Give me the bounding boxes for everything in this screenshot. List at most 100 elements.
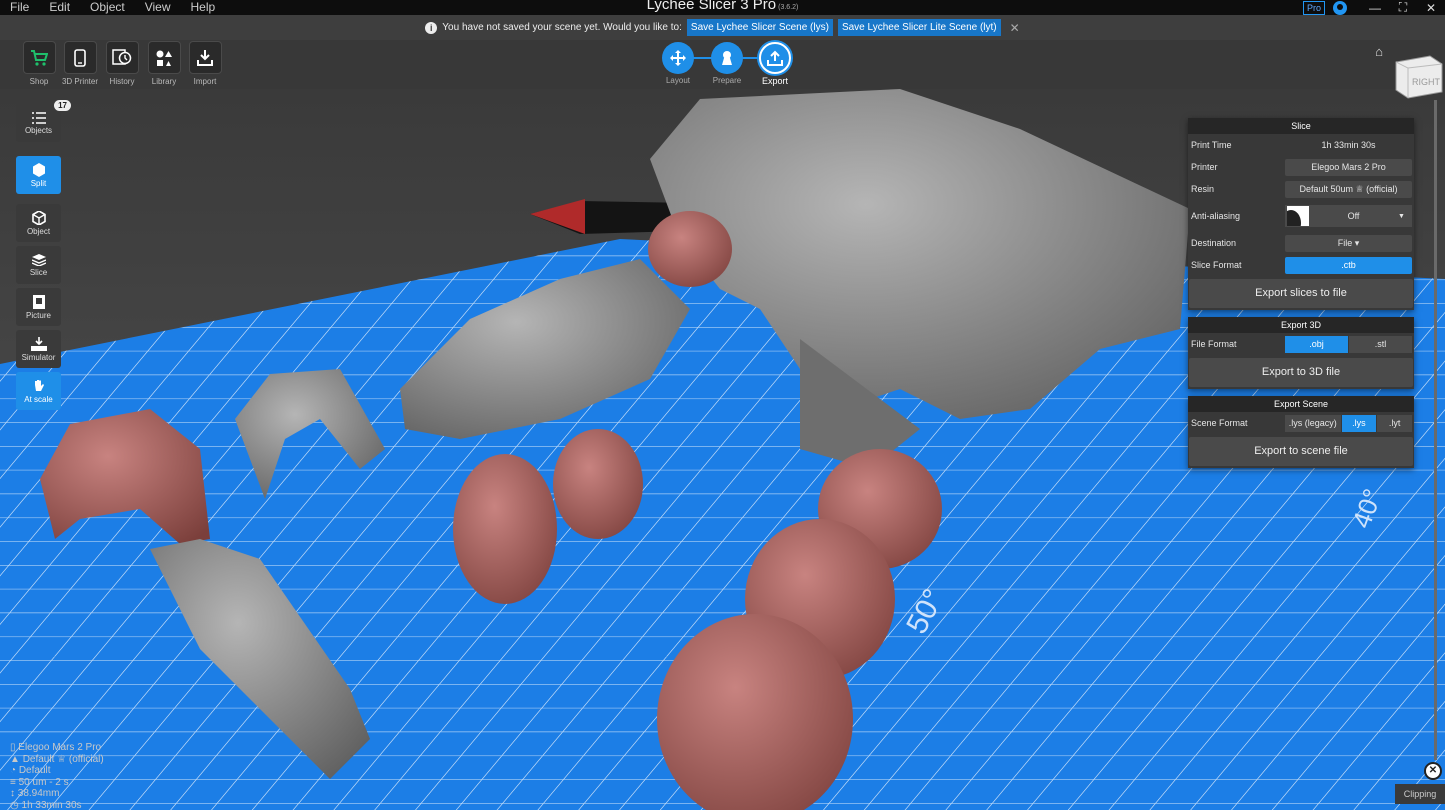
step-export-label: Export (761, 76, 788, 86)
app-version: (3.6.2) (778, 4, 799, 11)
slice-layers-icon (31, 253, 46, 266)
step-layout[interactable]: Layout (660, 42, 696, 85)
simulator-button[interactable]: Simulator (16, 330, 61, 368)
import-icon (197, 49, 213, 66)
object-button[interactable]: Object (16, 204, 61, 242)
notification-close-icon[interactable]: ✕ (1010, 21, 1020, 35)
export-3d-panel: Export 3D File Format .obj .stl Export t… (1188, 317, 1414, 389)
notification-message: You have not saved your scene yet. Would… (442, 22, 682, 33)
info-layer-icon: ≡ (10, 776, 19, 788)
workflow-steps: Layout Prepare Export (660, 42, 794, 88)
slice-label: Slice (29, 267, 48, 277)
user-icon[interactable] (1333, 0, 1347, 15)
split-label: Split (30, 178, 47, 188)
left-toolbar: 17 Objects Split Object Slice Picture Si… (16, 100, 71, 414)
scene-format-toggle: .lys (legacy) .lys .lyt (1285, 414, 1412, 432)
info-layer: ≡ 50 um - 2 s (10, 776, 69, 788)
menu-edit[interactable]: Edit (39, 0, 80, 15)
menu-view[interactable]: View (135, 0, 181, 15)
resin-select[interactable]: Default 50um ♕ (official) (1285, 180, 1412, 198)
info-height: ↕ 38.94mm (10, 788, 60, 799)
printer-button[interactable]: 3D Printer (62, 41, 98, 86)
export-scene-title: Export Scene (1188, 396, 1414, 412)
menu-file[interactable]: File (0, 0, 39, 15)
cart-icon (31, 49, 48, 66)
at-scale-button[interactable]: At scale (16, 372, 61, 410)
view-cube-face: RIGHT (1412, 77, 1441, 87)
chevron-down-icon: ▼ (1398, 212, 1405, 220)
import-button[interactable]: Import (187, 41, 223, 86)
library-icon (156, 50, 172, 66)
picture-button[interactable]: Picture (16, 288, 61, 326)
scene-format-label: Scene Format (1191, 418, 1248, 428)
print-info: ▯ Elegoo Mars 2 Pro ▲ Default ♕ (officia… (10, 742, 104, 810)
objects-label: Objects (24, 125, 53, 135)
info-time: ◷ 1h 33min 30s (10, 799, 82, 810)
close-icon[interactable]: ✕ (1417, 1, 1445, 15)
history-icon (112, 48, 132, 65)
picture-label: Picture (26, 310, 51, 320)
split-button[interactable]: Split (16, 156, 61, 194)
list-icon (31, 111, 46, 124)
format-lyt-button[interactable]: .lyt (1377, 414, 1412, 432)
info-resin-icon: ▲ (10, 753, 23, 765)
save-lys-button[interactable]: Save Lychee Slicer Scene (lys) (686, 19, 833, 36)
home-icon[interactable]: ⌂ (1375, 44, 1383, 59)
clipping-button[interactable]: Clipping (1395, 784, 1445, 804)
step-prepare[interactable]: Prepare (709, 42, 745, 85)
anti-aliasing-select[interactable]: Off ▼ (1285, 205, 1412, 227)
export-3d-title: Export 3D (1188, 317, 1414, 333)
move-icon (670, 50, 686, 66)
minimize-icon[interactable]: — (1361, 1, 1389, 15)
slice-format-label: Slice Format (1191, 260, 1242, 270)
destination-select[interactable]: File ▾ (1285, 234, 1412, 252)
hand-icon (34, 379, 44, 391)
pro-badge[interactable]: Pro (1302, 0, 1325, 15)
cube-icon (32, 162, 45, 177)
menu-object[interactable]: Object (80, 0, 135, 15)
menu-help[interactable]: Help (181, 0, 226, 15)
clipping-slider-track[interactable] (1434, 100, 1437, 760)
object-label: Object (26, 226, 51, 236)
info-icon: i (425, 21, 438, 34)
info-resin: ▲ Default ♕ (official) (10, 753, 104, 765)
red-part-model (648, 211, 732, 287)
slice-panel: Slice Print Time 1h 33min 30s Printer El… (1188, 118, 1414, 310)
helmet-model-1 (453, 454, 557, 604)
format-obj-button[interactable]: .obj (1285, 335, 1348, 353)
simulator-label: Simulator (21, 352, 56, 362)
format-lys-button[interactable]: .lys (1341, 414, 1377, 432)
file-format-label: File Format (1191, 339, 1237, 349)
simulator-icon (30, 336, 47, 351)
history-button[interactable]: History (104, 41, 140, 86)
destination-label: Destination (1191, 238, 1237, 248)
export-icon (767, 50, 783, 66)
step-export[interactable]: Export (757, 42, 793, 86)
step-layout-label: Layout (665, 76, 691, 85)
printer-field-label: Printer (1191, 162, 1218, 172)
at-scale-label: At scale (24, 394, 53, 404)
slice-button[interactable]: Slice (16, 246, 61, 284)
layers-cube-icon (31, 210, 46, 225)
maximize-icon[interactable]: ⛶ (1389, 0, 1417, 15)
print-time-value: 1h 33min 30s (1321, 140, 1376, 150)
objects-count-badge: 17 (54, 100, 71, 111)
info-profile: ◔ Default (10, 765, 51, 776)
export-3d-button[interactable]: Export to 3D file (1189, 358, 1413, 387)
clipping-close-icon[interactable]: ✕ (1424, 762, 1442, 780)
format-stl-button[interactable]: .stl (1349, 335, 1412, 353)
save-lyt-button[interactable]: Save Lychee Slicer Lite Scene (lyt) (837, 19, 1001, 36)
print-time-label: Print Time (1191, 140, 1232, 150)
file-format-toggle: .obj .stl (1285, 335, 1412, 353)
info-printer: ▯ Elegoo Mars 2 Pro (10, 742, 102, 753)
picture-icon (32, 294, 45, 309)
view-cube[interactable]: RIGHT (1392, 52, 1444, 100)
format-lys-legacy-button[interactable]: .lys (legacy) (1285, 414, 1341, 432)
resin-field-label: Resin (1191, 184, 1215, 194)
export-scene-button[interactable]: Export to scene file (1189, 437, 1413, 466)
slice-format-ctb[interactable]: .ctb (1285, 256, 1412, 274)
printer-select[interactable]: Elegoo Mars 2 Pro (1285, 158, 1412, 176)
unsaved-notification: i You have not saved your scene yet. Wou… (0, 15, 1445, 40)
export-slices-button[interactable]: Export slices to file (1189, 279, 1413, 308)
objects-button[interactable]: 17 Objects (16, 100, 71, 142)
